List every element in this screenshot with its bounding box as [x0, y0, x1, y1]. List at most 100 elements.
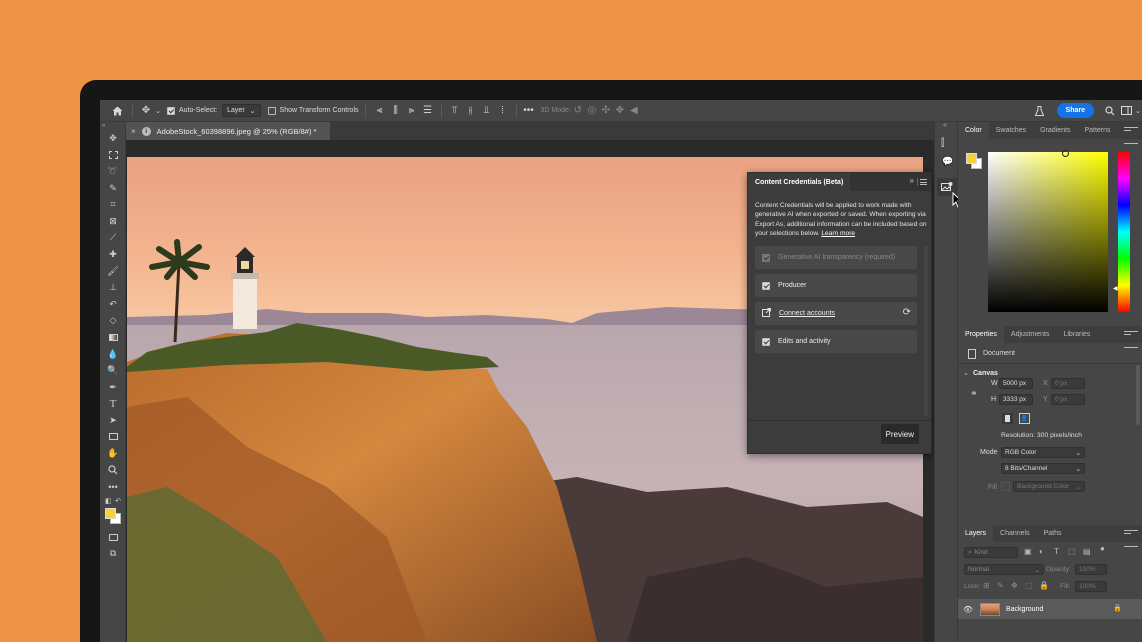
eraser-tool-icon[interactable]: ◇: [100, 313, 126, 330]
lock-all-icon[interactable]: 🔒: [1039, 581, 1049, 590]
distribute-v-icon[interactable]: ⦙: [495, 105, 511, 116]
panel-menu-icon[interactable]: [920, 179, 927, 185]
y-input[interactable]: 0 px: [1051, 394, 1085, 405]
more-options-icon[interactable]: •••: [522, 105, 536, 116]
3d-camera-icon[interactable]: ◀: [627, 105, 641, 116]
filter-pixel-icon[interactable]: ▣: [1024, 547, 1032, 556]
zoom-tool-icon[interactable]: [100, 462, 126, 479]
document-tab[interactable]: × i AdobeStock_60398896.jpeg @ 25% (RGB/…: [126, 122, 330, 140]
landscape-orientation-icon[interactable]: 👤: [1019, 413, 1030, 424]
scrollbar[interactable]: [1136, 365, 1140, 425]
filter-toggle-icon[interactable]: ●: [1100, 544, 1105, 553]
align-left-icon[interactable]: ⫷: [372, 105, 388, 116]
show-transform-checkbox[interactable]: [267, 106, 276, 115]
auto-select-dropdown[interactable]: Layer ⌄: [222, 104, 261, 117]
blend-mode-select[interactable]: Normal ⌄: [964, 564, 1044, 575]
foreground-color-swatch[interactable]: [105, 508, 116, 520]
fill-select[interactable]: Background Color ⌄: [1013, 481, 1085, 492]
3d-roll-icon[interactable]: ◎: [585, 105, 599, 116]
height-input[interactable]: 3333 px: [999, 394, 1033, 405]
chevron-down-icon[interactable]: ⌄: [963, 369, 969, 377]
auto-select-checkbox[interactable]: [167, 106, 175, 115]
collapse-panel-icon[interactable]: »: [910, 176, 914, 185]
marquee-tool-icon[interactable]: [100, 147, 126, 164]
crop-tool-icon[interactable]: ⌗: [100, 196, 126, 213]
collapse-strip-icon[interactable]: «: [943, 122, 947, 129]
eyedropper-tool-icon[interactable]: ⟋: [100, 230, 126, 247]
link-icon[interactable]: ⚭: [970, 388, 978, 399]
move-tool-icon[interactable]: ✥: [139, 105, 153, 116]
spot-healing-tool-icon[interactable]: ✚: [100, 246, 126, 263]
type-tool-icon[interactable]: T: [100, 396, 126, 413]
visibility-eye-icon[interactable]: 👁: [958, 605, 978, 614]
color-field[interactable]: [988, 150, 1108, 312]
refresh-icon[interactable]: ⟳: [903, 307, 911, 318]
tab-libraries[interactable]: Libraries: [1056, 326, 1097, 343]
tab-channels[interactable]: Channels: [993, 525, 1037, 542]
flask-icon[interactable]: [1031, 105, 1049, 116]
dodge-tool-icon[interactable]: 🔍: [100, 362, 126, 379]
edits-activity-row[interactable]: Edits and activity: [755, 330, 917, 353]
hue-slider[interactable]: ◀: [1113, 152, 1130, 312]
layer-fill-input[interactable]: 100%: [1075, 581, 1107, 592]
3d-orbit-icon[interactable]: ↺: [571, 105, 585, 116]
pen-tool-icon[interactable]: ✒: [100, 379, 126, 396]
preview-button[interactable]: Preview: [880, 424, 919, 444]
align-top-icon[interactable]: ⫪: [447, 105, 463, 116]
hand-tool-icon[interactable]: ✋: [100, 445, 126, 462]
tab-properties[interactable]: Properties: [958, 326, 1004, 343]
brush-tool-icon[interactable]: 🖌: [100, 263, 126, 280]
layer-row-background[interactable]: 👁 Background 🔒: [958, 599, 1142, 619]
filter-shape-icon[interactable]: ⬚: [1068, 547, 1076, 556]
rectangle-tool-icon[interactable]: [100, 429, 126, 446]
bits-select[interactable]: 8 Bits/Channel ⌄: [1001, 463, 1085, 474]
color-swatches[interactable]: [100, 507, 126, 529]
lock-pixels-icon[interactable]: ✎: [997, 581, 1004, 590]
quick-select-tool-icon[interactable]: ✎: [100, 180, 126, 197]
history-brush-tool-icon[interactable]: ↶: [100, 296, 126, 313]
content-credentials-tab[interactable]: Content Credentials (Beta): [748, 173, 851, 191]
opacity-input[interactable]: 100%: [1075, 564, 1107, 575]
comments-icon[interactable]: 💬: [942, 156, 953, 167]
distribute-h-icon[interactable]: ☰: [420, 105, 436, 116]
screen-mode-icon[interactable]: ⧉: [100, 546, 126, 563]
align-middle-icon[interactable]: ⫲: [463, 105, 479, 116]
align-bottom-icon[interactable]: ⫫: [479, 105, 495, 116]
chevron-down-icon[interactable]: ⌄: [153, 107, 163, 115]
tab-patterns[interactable]: Patterns: [1077, 122, 1117, 139]
fill-swatch[interactable]: [1001, 482, 1010, 491]
quick-mask-icon[interactable]: [100, 529, 126, 546]
layer-name[interactable]: Background: [1006, 606, 1043, 613]
info-icon[interactable]: i: [141, 126, 151, 136]
history-icon[interactable]: ⫿: [941, 138, 944, 149]
workspace-icon[interactable]: [1118, 106, 1134, 115]
3d-slide-icon[interactable]: ✥: [613, 105, 627, 116]
collapse-toolbox-icon[interactable]: »: [100, 122, 126, 130]
connect-accounts-row[interactable]: Connect accounts ⟳: [755, 302, 917, 325]
connect-accounts-link[interactable]: Connect accounts: [779, 310, 835, 317]
color-picker-handle[interactable]: [1062, 150, 1069, 157]
close-icon[interactable]: ×: [131, 127, 136, 136]
portrait-orientation-icon[interactable]: [1002, 413, 1013, 424]
more-tools-icon[interactable]: •••: [100, 478, 126, 495]
producer-row[interactable]: Producer: [755, 274, 917, 297]
filter-type-icon[interactable]: T: [1054, 547, 1059, 556]
hue-slider-handle[interactable]: ◀: [1113, 285, 1118, 292]
clone-stamp-tool-icon[interactable]: ⊥: [100, 279, 126, 296]
3d-pan-icon[interactable]: ✣: [599, 105, 613, 116]
lasso-tool-icon[interactable]: ➰: [100, 163, 126, 180]
mode-select[interactable]: RGB Color ⌄: [1001, 447, 1085, 458]
lock-transparent-icon[interactable]: ⊞: [983, 581, 990, 590]
lock-artboard-icon[interactable]: ⬚: [1025, 581, 1033, 590]
default-colors-icon[interactable]: ◧ ↶: [100, 495, 126, 507]
chevron-down-icon[interactable]: ⌄: [1134, 107, 1142, 115]
filter-adjustment-icon[interactable]: ◐: [1039, 547, 1044, 556]
x-input[interactable]: 0 px: [1051, 378, 1085, 389]
learn-more-link[interactable]: Learn more: [821, 230, 855, 237]
filter-smart-icon[interactable]: ▤: [1083, 547, 1091, 556]
align-right-icon[interactable]: ⫸: [404, 105, 420, 116]
blur-tool-icon[interactable]: 💧: [100, 346, 126, 363]
tab-layers[interactable]: Layers: [958, 525, 994, 542]
move-tool-icon[interactable]: ✥: [100, 130, 126, 147]
frame-tool-icon[interactable]: ⊠: [100, 213, 126, 230]
